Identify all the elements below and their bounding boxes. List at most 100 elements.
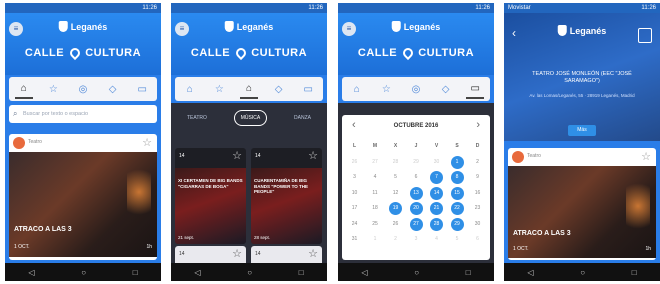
calendar-day[interactable]: 1 [369,233,382,246]
calendar-day[interactable]: 15 [450,186,464,200]
calendar-day[interactable]: 3 [410,233,423,246]
calendar-day[interactable]: 14 [430,186,443,200]
calendar-day[interactable]: 2 [389,233,402,246]
calendar-day[interactable]: 5 [389,171,402,184]
calendar-day[interactable]: 24 [348,218,361,231]
tab-calendar[interactable]: ▭ [466,79,485,99]
calendar-day[interactable]: 25 [369,218,382,231]
calendar-day[interactable]: 11 [369,187,382,200]
brand-left: CALLE [24,47,65,59]
home-nav-icon[interactable]: ○ [81,268,86,277]
tab-home[interactable]: ⌂ [181,80,199,98]
recents-nav-icon[interactable]: □ [466,268,471,277]
back-nav-icon[interactable]: ◁ [527,268,533,277]
calendar-day[interactable]: 1 [450,155,464,169]
stage-light [127,162,151,222]
home-nav-icon[interactable]: ○ [247,268,252,277]
tab-bar: ⌂ ☆ ◎ ◇ ▭ [9,77,157,101]
calendar-day[interactable]: 13 [409,186,423,200]
calendar-week: 10 11 12 13 14 15 16 [348,186,484,202]
share-icon[interactable] [638,28,652,43]
favorite-star-icon[interactable]: ☆ [142,136,152,149]
calendar-day[interactable]: 19 [389,202,402,216]
search-input[interactable]: ⌕ Buscar por texto o espacio [9,105,157,123]
calendar-day[interactable]: 30 [430,156,443,169]
event-category: Teatro [28,139,42,145]
calendar-day[interactable]: 7 [430,171,443,185]
event-card[interactable]: 14 ☆ CUARENTAMIÑA DE BIG BANDS "POWER TO … [251,148,322,244]
calendar-day[interactable]: 20 [409,202,423,216]
event-card[interactable]: Teatro ☆ ATRACO A LAS 3 1 OCT. 1h [9,134,157,260]
event-card[interactable]: Teatro ☆ ATRACO A LAS 3 1 OCT. 1h [508,148,656,260]
calendar-day[interactable]: 4 [430,233,443,246]
favorite-star-icon[interactable]: ☆ [308,247,318,260]
back-nav-icon[interactable]: ◁ [28,268,34,277]
calendar-day[interactable]: 10 [348,187,361,200]
calendar-day[interactable]: 5 [451,233,464,246]
back-nav-icon[interactable]: ◁ [361,268,367,277]
calendar-day[interactable]: 27 [409,217,423,231]
tab-favorites[interactable]: ☆ [44,80,62,98]
calendar-day[interactable]: 31 [348,233,361,246]
calendar-day[interactable]: 29 [410,156,423,169]
tab-tickets[interactable]: ◇ [104,80,122,98]
calendar-day[interactable]: 2 [471,156,484,169]
favorite-star-icon[interactable]: ☆ [232,247,242,260]
tab-tickets[interactable]: ◇ [270,80,288,98]
calendar-day[interactable]: 8 [450,171,464,185]
calendar-day[interactable]: 21 [430,202,443,216]
calendar-day[interactable]: 22 [450,202,464,216]
favorite-star-icon[interactable]: ☆ [308,149,318,162]
calendar-day[interactable]: 26 [389,218,402,231]
tab-home[interactable]: ⌂ [14,79,33,99]
recents-nav-icon[interactable]: □ [299,268,304,277]
calendar-icon: ▭ [303,83,313,95]
tab-places[interactable]: ◎ [407,80,425,98]
favorite-star-icon[interactable]: ☆ [232,149,242,162]
calendar-day[interactable]: 6 [471,233,484,246]
calendar-day[interactable]: 26 [348,156,361,169]
tab-categories[interactable]: ⌂ [239,79,258,99]
home-nav-icon[interactable]: ○ [414,268,419,277]
calendar-day[interactable]: 28 [389,156,402,169]
event-card[interactable]: 14 ☆ XI CERTAMEN DE BIG BANDS "CIGARRAS D… [175,148,246,244]
calendar-day[interactable]: 30 [471,218,484,231]
calendar-day[interactable]: 12 [389,187,402,200]
calendar-day[interactable]: 17 [348,202,361,215]
calendar-day[interactable]: 6 [410,171,423,184]
calendar-day[interactable]: 4 [369,171,382,184]
menu-icon[interactable]: ≡ [9,22,23,36]
menu-icon[interactable]: ≡ [342,22,356,36]
next-month-icon[interactable]: › [476,119,480,131]
calendar-day[interactable]: 29 [450,217,464,231]
calendar-day[interactable]: 27 [369,156,382,169]
weekday-label: J [414,143,418,150]
status-bar: 11:26 [338,3,494,13]
calendar-day[interactable]: 23 [471,202,484,215]
tab-tickets[interactable]: ◇ [437,80,455,98]
calendar-day[interactable]: 18 [369,202,382,215]
home-nav-icon[interactable]: ○ [580,268,585,277]
calendar-day[interactable]: 9 [471,171,484,184]
tab-favorites[interactable]: ☆ [210,80,228,98]
tab-places[interactable]: ◎ [74,80,92,98]
back-nav-icon[interactable]: ◁ [194,268,200,277]
calendar-day[interactable]: 28 [430,217,443,231]
menu-icon[interactable]: ≡ [175,22,189,36]
back-arrow-icon[interactable]: ‹ [512,26,516,40]
favorite-star-icon[interactable]: ☆ [641,150,651,163]
recents-nav-icon[interactable]: □ [133,268,138,277]
tab-calendar[interactable]: ▭ [299,80,317,98]
calendar-day[interactable]: 3 [348,171,361,184]
more-button[interactable]: Más [568,125,596,136]
recents-nav-icon[interactable]: □ [632,268,637,277]
tab-favorites[interactable]: ☆ [377,80,395,98]
filter-danza[interactable]: DANZA [288,111,317,125]
category-avatar [512,151,524,163]
calendar-day[interactable]: 16 [471,187,484,200]
tab-home[interactable]: ⌂ [348,80,366,98]
tab-calendar[interactable]: ▭ [133,80,151,98]
filter-teatro[interactable]: TEATRO [181,111,213,125]
android-nav-bar: ◁ ○ □ [338,263,494,281]
filter-musica[interactable]: MÚSICA [233,110,268,126]
